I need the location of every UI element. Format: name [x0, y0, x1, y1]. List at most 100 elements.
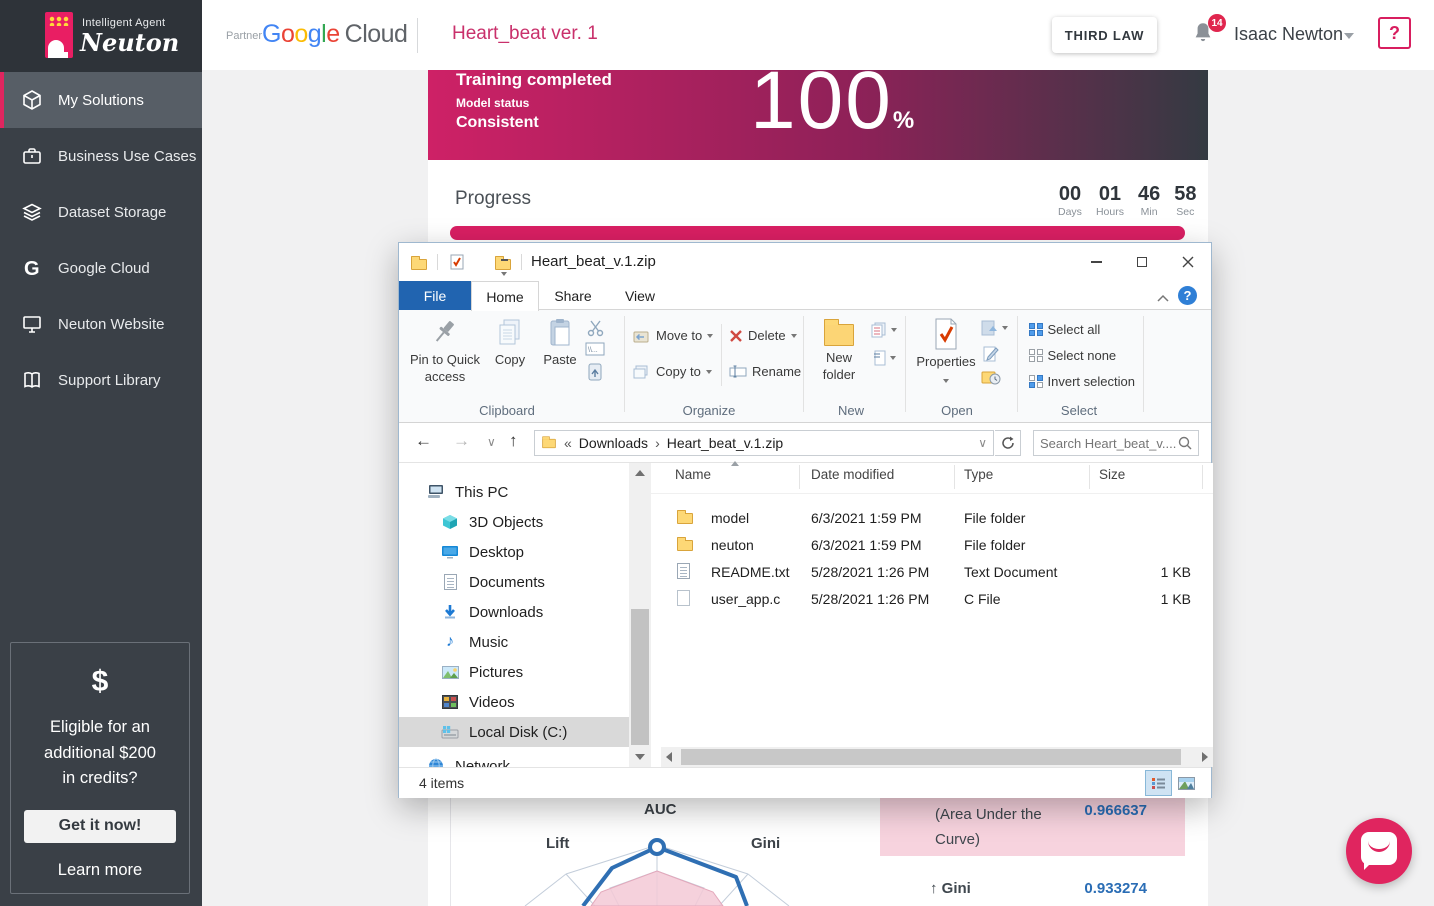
address-folder-icon: [542, 438, 556, 447]
tree-item-network[interactable]: Network: [399, 751, 629, 767]
neuton-logo-icon: [45, 12, 73, 58]
qat-properties-icon[interactable]: [449, 254, 465, 273]
tab-file[interactable]: File: [399, 281, 471, 310]
tree-item-videos[interactable]: Videos: [399, 687, 629, 717]
breadcrumb-current[interactable]: Heart_beat_v.1.zip: [667, 435, 783, 451]
sidebar-item-google-cloud[interactable]: G Google Cloud: [0, 240, 202, 296]
delete-button[interactable]: Delete: [729, 328, 797, 343]
sidebar-item-label: Support Library: [58, 372, 161, 389]
file-row-neuton[interactable]: neuton 6/3/2021 1:59 PM File folder: [651, 532, 1211, 559]
google-g-icon: G: [20, 256, 44, 280]
logo-brand: Neuton: [80, 28, 179, 57]
history-icon[interactable]: [981, 368, 1001, 388]
thumbnail-view-button[interactable]: [1174, 771, 1199, 795]
sidebar-item-neuton-website[interactable]: Neuton Website: [0, 296, 202, 352]
ribbon-collapse-icon[interactable]: [1157, 289, 1169, 305]
svg-text:\\...: \\...: [588, 347, 598, 354]
cut-icon[interactable]: [587, 320, 604, 340]
tree-item-desktop[interactable]: Desktop: [399, 537, 629, 567]
select-all-button[interactable]: Select all: [1029, 322, 1100, 337]
select-none-button[interactable]: Select none: [1029, 348, 1116, 363]
copy-to-button[interactable]: Copy to: [633, 364, 712, 379]
tree-item-downloads[interactable]: Downloads: [399, 597, 629, 627]
file-name: user_app.c: [711, 591, 780, 607]
address-bar[interactable]: « Downloads › Heart_beat_v.1.zip ∨: [534, 430, 994, 456]
header-divider: [417, 18, 418, 53]
file-name: neuton: [711, 537, 754, 553]
help-button[interactable]: ?: [1378, 17, 1411, 49]
copy-button[interactable]: Copy: [487, 318, 533, 369]
ribbon-home: Pin to Quickaccess Copy Paste \\... Clip…: [399, 310, 1211, 423]
tab-view[interactable]: View: [607, 281, 673, 310]
search-input[interactable]: [1040, 436, 1178, 451]
new-folder-button[interactable]: Newfolder: [811, 318, 867, 383]
forward-button[interactable]: →: [453, 431, 470, 451]
tree-scrollbar[interactable]: [629, 463, 651, 767]
paste-shortcut-icon[interactable]: [587, 362, 603, 385]
column-header-date-modified[interactable]: Date modified: [811, 467, 894, 482]
tree-item-pictures[interactable]: Pictures: [399, 657, 629, 687]
horizontal-scrollbar[interactable]: [661, 747, 1213, 767]
edit-icon[interactable]: [983, 346, 999, 365]
sidebar-item-label: Google Cloud: [58, 260, 150, 277]
invert-selection-button[interactable]: Invert selection: [1029, 374, 1135, 389]
cloud-wordmark: Cloud: [345, 20, 408, 48]
get-it-now-button[interactable]: Get it now!: [24, 810, 176, 843]
recent-locations-icon[interactable]: ∨: [487, 435, 496, 449]
user-menu[interactable]: Isaac Newton: [1234, 24, 1343, 45]
minimize-button[interactable]: [1073, 243, 1119, 281]
tab-home[interactable]: Home: [471, 281, 539, 311]
ribbon-help-icon[interactable]: ?: [1178, 286, 1197, 305]
address-dropdown-icon[interactable]: ∨: [978, 436, 987, 450]
file-explorer-window: Heart_beat_v.1.zip File Home Share View …: [398, 242, 1212, 798]
rename-button[interactable]: Rename: [729, 364, 801, 379]
details-view-button[interactable]: [1146, 771, 1171, 795]
copy-path-icon[interactable]: \\...: [585, 342, 605, 359]
breadcrumb-downloads[interactable]: Downloads: [579, 435, 648, 451]
easy-access-button[interactable]: [873, 350, 896, 366]
explorer-titlebar[interactable]: Heart_beat_v.1.zip: [399, 243, 1211, 281]
qat-customize-icon[interactable]: [501, 259, 508, 279]
sidebar-item-support-library[interactable]: Support Library: [0, 352, 202, 408]
metric-auc-label: (Area Under theCurve): [935, 802, 1042, 852]
column-header-size[interactable]: Size: [1099, 467, 1125, 482]
chat-launcher-button[interactable]: [1346, 818, 1412, 884]
sidebar-item-dataset-storage[interactable]: Dataset Storage: [0, 184, 202, 240]
properties-button[interactable]: Properties: [915, 318, 977, 387]
tree-item-3d-objects[interactable]: 3D Objects: [399, 507, 629, 537]
metric-gini-value: 0.933274: [1084, 880, 1147, 897]
maximize-button[interactable]: [1119, 243, 1165, 281]
file-row-user-app[interactable]: user_app.c 5/28/2021 1:26 PM C File 1 KB: [651, 586, 1211, 613]
third-law-button[interactable]: THIRD LAW: [1052, 17, 1157, 53]
search-box[interactable]: [1033, 430, 1199, 456]
close-button[interactable]: [1165, 243, 1211, 281]
logo-block[interactable]: Intelligent Agent Neuton: [0, 0, 202, 72]
column-header-type[interactable]: Type: [964, 467, 993, 482]
paste-button[interactable]: Paste: [537, 318, 583, 369]
tree-item-this-pc[interactable]: This PC: [399, 477, 629, 507]
file-row-readme[interactable]: README.txt 5/28/2021 1:26 PM Text Docume…: [651, 559, 1211, 586]
tree-item-label: Desktop: [469, 544, 524, 561]
chevron-down-icon[interactable]: [1344, 33, 1354, 39]
sidebar-item-label: Dataset Storage: [58, 204, 166, 221]
open-dropdown-icon[interactable]: [981, 320, 1008, 336]
notifications-bell-icon[interactable]: 14: [1190, 20, 1224, 52]
learn-more-link[interactable]: Learn more: [11, 861, 189, 880]
tab-share[interactable]: Share: [539, 281, 607, 310]
tree-item-music[interactable]: ♪ Music: [399, 627, 629, 657]
sidebar-item-my-solutions[interactable]: My Solutions: [0, 72, 202, 128]
tree-item-documents[interactable]: Documents: [399, 567, 629, 597]
back-button[interactable]: ←: [415, 431, 432, 451]
pin-to-quick-access-button[interactable]: Pin to Quickaccess: [407, 318, 483, 385]
tree-item-label: Network: [455, 758, 510, 768]
new-item-button[interactable]: [871, 322, 897, 338]
move-to-button[interactable]: Move to: [633, 328, 713, 343]
refresh-button[interactable]: [995, 430, 1021, 456]
up-button[interactable]: ↑: [509, 431, 518, 451]
tree-item-label: 3D Objects: [469, 514, 543, 531]
tree-item-local-disk-c[interactable]: Local Disk (C:): [399, 717, 629, 747]
file-row-model[interactable]: model 6/3/2021 1:59 PM File folder: [651, 505, 1211, 532]
sidebar-item-business-use-cases[interactable]: Business Use Cases: [0, 128, 202, 184]
group-label-new: New: [791, 403, 911, 418]
column-header-name[interactable]: Name: [675, 467, 711, 482]
